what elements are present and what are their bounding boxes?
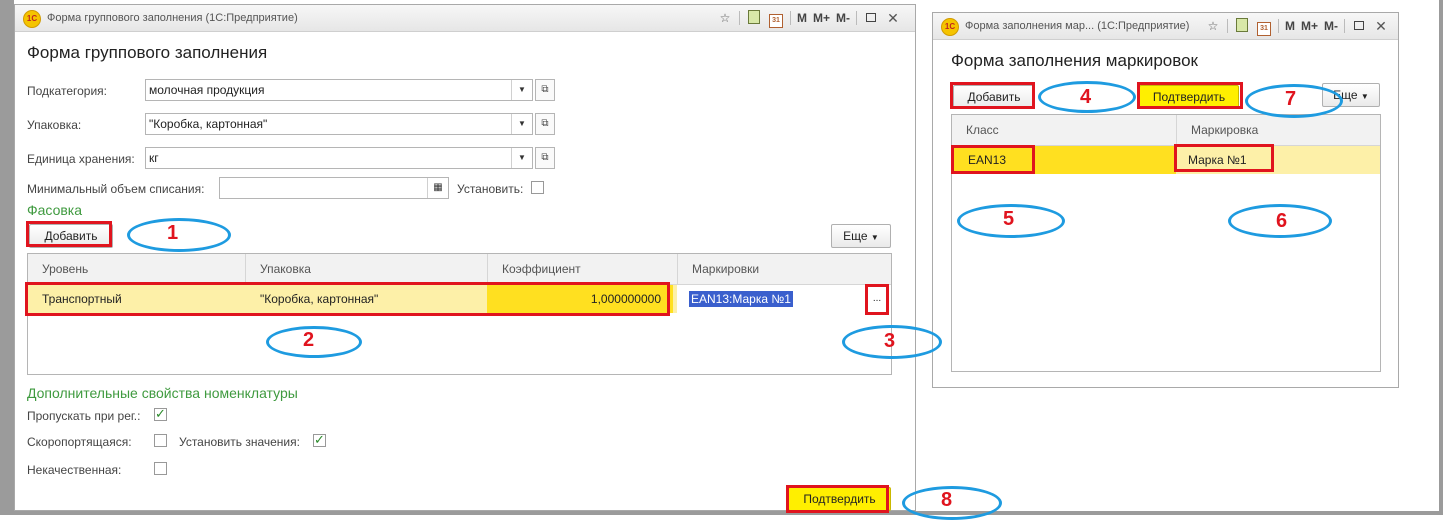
table-header: Уровень Упаковка Коэффициент Маркировки [28,254,891,285]
subcategory-field[interactable]: молочная продукция ▼ [145,79,533,101]
column-header-level[interactable]: Уровень [28,254,245,284]
skip-checkbox[interactable]: ✓ [154,406,167,421]
favorite-icon[interactable]: ☆ [1205,18,1221,34]
annotation-number-5: 5 [1003,208,1015,230]
dropdown-arrow-icon[interactable]: ▼ [511,114,532,134]
set-checkbox[interactable] [531,181,544,194]
memory-m-button[interactable]: M [1285,18,1295,34]
low-quality-label: Некачественная: [27,463,122,477]
calculator-icon[interactable] [1234,18,1250,34]
chevron-down-icon: ▼ [870,233,879,242]
perishable-checkbox[interactable] [154,434,167,447]
markings-fill-window: 1С Форма заполнения мар... (1С:Предприят… [932,12,1399,388]
extra-props-section-title: Дополнительные свойства номенклатуры [27,385,298,401]
set-values-checkbox[interactable]: ✓ [313,432,326,447]
open-unit-button[interactable]: ⧉ [535,147,555,169]
annotation-number-8: 8 [941,489,953,511]
annotation-number-2: 2 [303,329,315,351]
column-header-coefficient[interactable]: Коэффициент [487,254,677,284]
column-header-packaging[interactable]: Упаковка [245,254,487,284]
set-values-label: Установить значения: [179,435,300,449]
cell-markings[interactable]: EAN13:Марка №1 [677,285,891,313]
highlight-class-cell [951,145,1035,174]
calculator-icon[interactable]: ▦ [427,178,448,198]
callout-ellipse-1 [127,218,231,252]
more-button[interactable]: Еще ▼ [831,224,891,248]
low-quality-checkbox[interactable] [154,462,167,475]
close-icon[interactable]: ✕ [1373,18,1389,34]
unit-label: Единица хранения: [27,152,135,166]
favorite-icon[interactable]: ☆ [717,10,733,26]
checkmark-icon: ✓ [314,432,325,447]
maximize-icon[interactable] [1351,18,1367,34]
highlight-right-add-button [950,82,1035,109]
fasovka-section-title: Фасовка [27,202,83,218]
form-title: Форма группового заполнения [27,43,268,62]
window-frame-left [0,0,14,515]
set-label: Установить: [457,182,524,196]
dropdown-arrow-icon[interactable]: ▼ [511,148,532,168]
highlight-right-confirm-button [1137,82,1243,109]
highlight-add-button [26,221,112,247]
calendar-icon[interactable]: 31 [1256,18,1272,36]
highlight-confirm-button [786,485,889,513]
checkmark-icon: ✓ [155,406,166,421]
column-header-markings[interactable]: Маркировки [677,254,891,284]
app-logo-icon: 1С [941,18,959,36]
annotation-number-7: 7 [1285,88,1297,110]
highlight-table-row [25,282,670,316]
titlebar-tools: ☆ 31 M M+ M- ✕ [1205,18,1389,36]
unit-field[interactable]: кг ▼ [145,147,533,169]
dropdown-arrow-icon[interactable]: ▼ [511,80,532,100]
memory-minus-button[interactable]: M- [1324,18,1338,34]
highlight-select-markings-button [865,284,889,315]
window-title: Форма заполнения мар... (1С:Предприятие) [965,20,1190,32]
calculator-icon[interactable] [746,10,762,26]
maximize-icon[interactable] [863,10,879,26]
packaging-field[interactable]: "Коробка, картонная" ▼ [145,113,533,135]
titlebar: 1С Форма группового заполнения (1С:Предп… [15,5,915,32]
column-header-marking[interactable]: Маркировка [1176,115,1380,145]
memory-minus-button[interactable]: M- [836,10,850,26]
table-header: Класс Маркировка [952,115,1380,146]
memory-plus-button[interactable]: M+ [1301,18,1318,34]
skip-label: Пропускать при рег.: [27,409,141,423]
highlight-marking-cell [1174,144,1274,172]
perishable-label: Скоропортящаяся: [27,435,132,449]
memory-m-button[interactable]: M [797,10,807,26]
titlebar-tools: ☆ 31 M M+ M- ✕ [717,10,901,28]
annotation-number-4: 4 [1080,86,1092,108]
min-volume-label: Минимальный объем списания: [27,182,205,196]
packaging-label: Упаковка: [27,118,82,132]
close-icon[interactable]: ✕ [885,10,901,26]
open-packaging-button[interactable]: ⧉ [535,113,555,135]
min-volume-field[interactable]: ▦ [219,177,449,199]
column-header-class[interactable]: Класс [952,115,1176,145]
window-frame-bottom [0,511,1443,515]
app-logo-icon: 1С [23,10,41,28]
memory-plus-button[interactable]: M+ [813,10,830,26]
window-title: Форма группового заполнения (1С:Предприя… [47,12,298,24]
group-fill-window: 1С Форма группового заполнения (1С:Предп… [14,4,916,511]
chevron-down-icon: ▼ [1360,92,1369,101]
annotation-number-1: 1 [167,222,179,244]
open-subcategory-button[interactable]: ⧉ [535,79,555,101]
form-title: Форма заполнения маркировок [951,51,1198,70]
window-frame-right [1439,0,1443,515]
subcategory-label: Подкатегория: [27,84,107,98]
annotation-number-6: 6 [1276,210,1288,232]
calendar-icon[interactable]: 31 [768,10,784,28]
titlebar: 1С Форма заполнения мар... (1С:Предприят… [933,13,1398,40]
annotation-number-3: 3 [884,330,896,352]
